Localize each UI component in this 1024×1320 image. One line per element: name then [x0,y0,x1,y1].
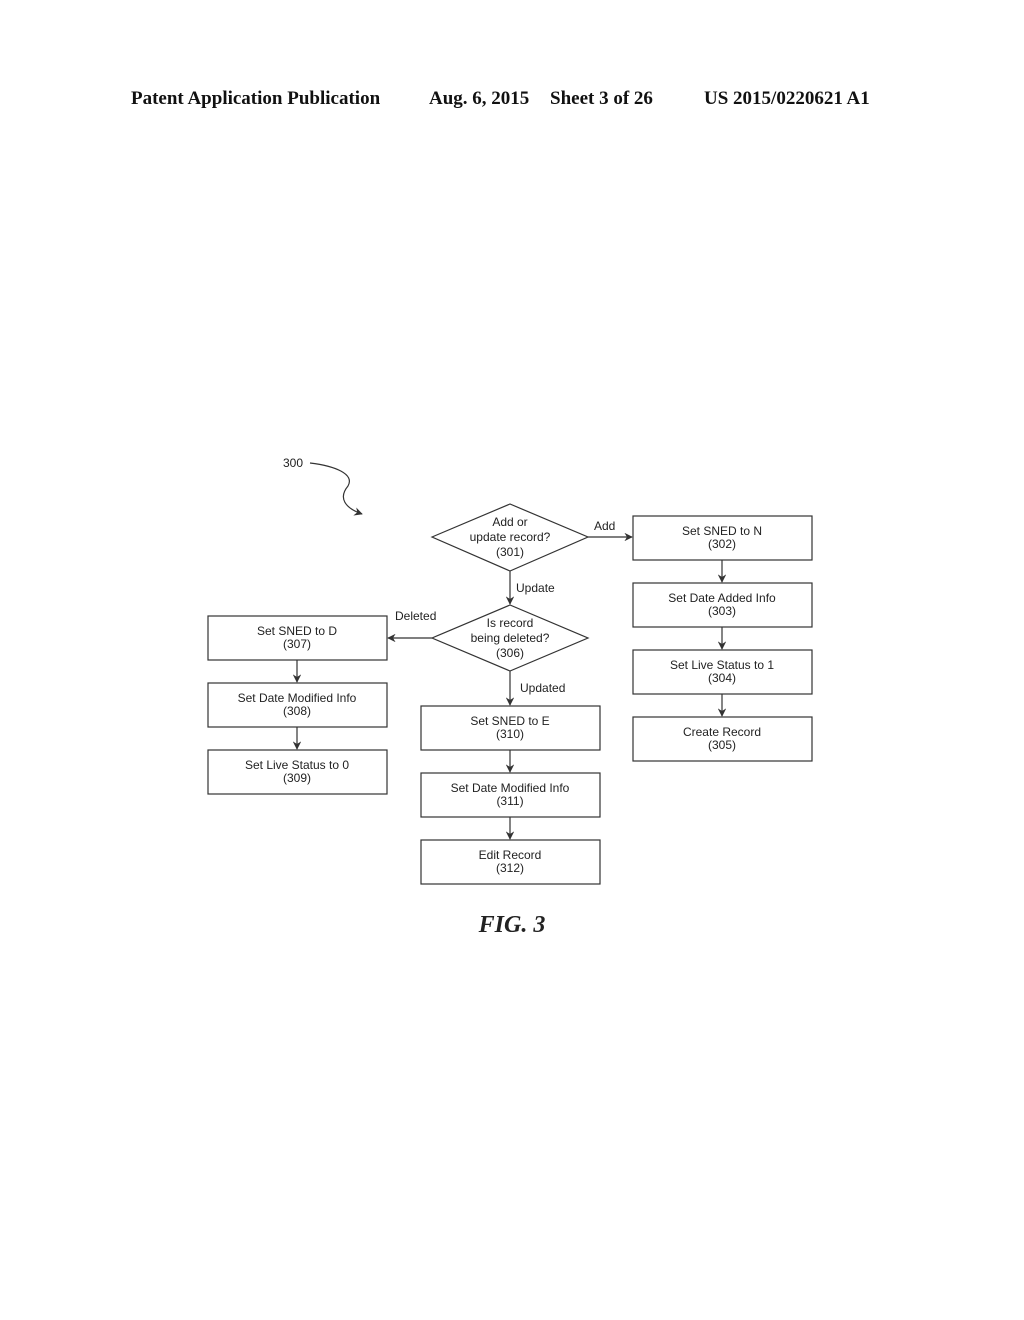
edge-label-update: Update [516,581,555,595]
process-309: Set Live Status to 0 (309) [207,749,388,795]
decision-301-line-1: Add or [492,515,527,529]
process-302-line-1: Set SNED to N [682,524,762,538]
decision-306-line-1: Is record [487,616,534,630]
reference-arrow [309,462,363,516]
decision-301-line-3: (301) [496,545,524,559]
process-311-line-1: Set Date Modified Info [451,781,570,795]
edge-label-updated: Updated [520,681,565,695]
decision-306-line-2: being deleted? [471,631,550,645]
process-302: Set SNED to N (302) [632,515,813,561]
process-307-line-2: (307) [283,637,311,651]
process-312: Edit Record (312) [420,839,601,885]
process-312-line-2: (312) [496,861,524,875]
process-311-line-2: (311) [496,794,523,808]
decision-306: Is record being deleted? (306) [430,604,590,672]
process-302-line-2: (302) [708,537,736,551]
process-305-line-1: Create Record [683,725,761,739]
process-305-line-2: (305) [708,738,736,752]
process-310-line-1: Set SNED to E [470,714,549,728]
decision-301: Add or update record? (301) [430,503,590,572]
flowchart: 300 Add or update record? (301) Set SNED… [207,456,813,885]
process-307: Set SNED to D (307) [207,615,388,661]
edge-label-add: Add [594,519,615,533]
process-304-line-2: (304) [708,671,736,685]
edge-label-deleted: Deleted [395,609,436,623]
process-312-line-1: Edit Record [479,848,542,862]
process-308-line-2: (308) [283,704,311,718]
figure-reference-label: 300 [283,456,303,470]
process-310-line-2: (310) [496,727,524,741]
process-303-line-2: (303) [708,604,736,618]
process-305: Create Record (305) [632,716,813,762]
process-303: Set Date Added Info (303) [632,582,813,628]
decision-301-line-2: update record? [470,530,551,544]
process-303-line-1: Set Date Added Info [668,591,776,605]
figure-caption: FIG. 3 [478,912,546,938]
decision-306-line-3: (306) [496,646,524,660]
process-304-line-1: Set Live Status to 1 [670,658,774,672]
process-309-line-2: (309) [283,771,311,785]
process-308: Set Date Modified Info (308) [207,682,388,728]
process-307-line-1: Set SNED to D [257,624,337,638]
process-310: Set SNED to E (310) [420,705,601,751]
process-308-line-1: Set Date Modified Info [238,691,357,705]
process-311: Set Date Modified Info (311) [420,772,601,818]
process-309-line-1: Set Live Status to 0 [245,758,349,772]
process-304: Set Live Status to 1 (304) [632,649,813,695]
